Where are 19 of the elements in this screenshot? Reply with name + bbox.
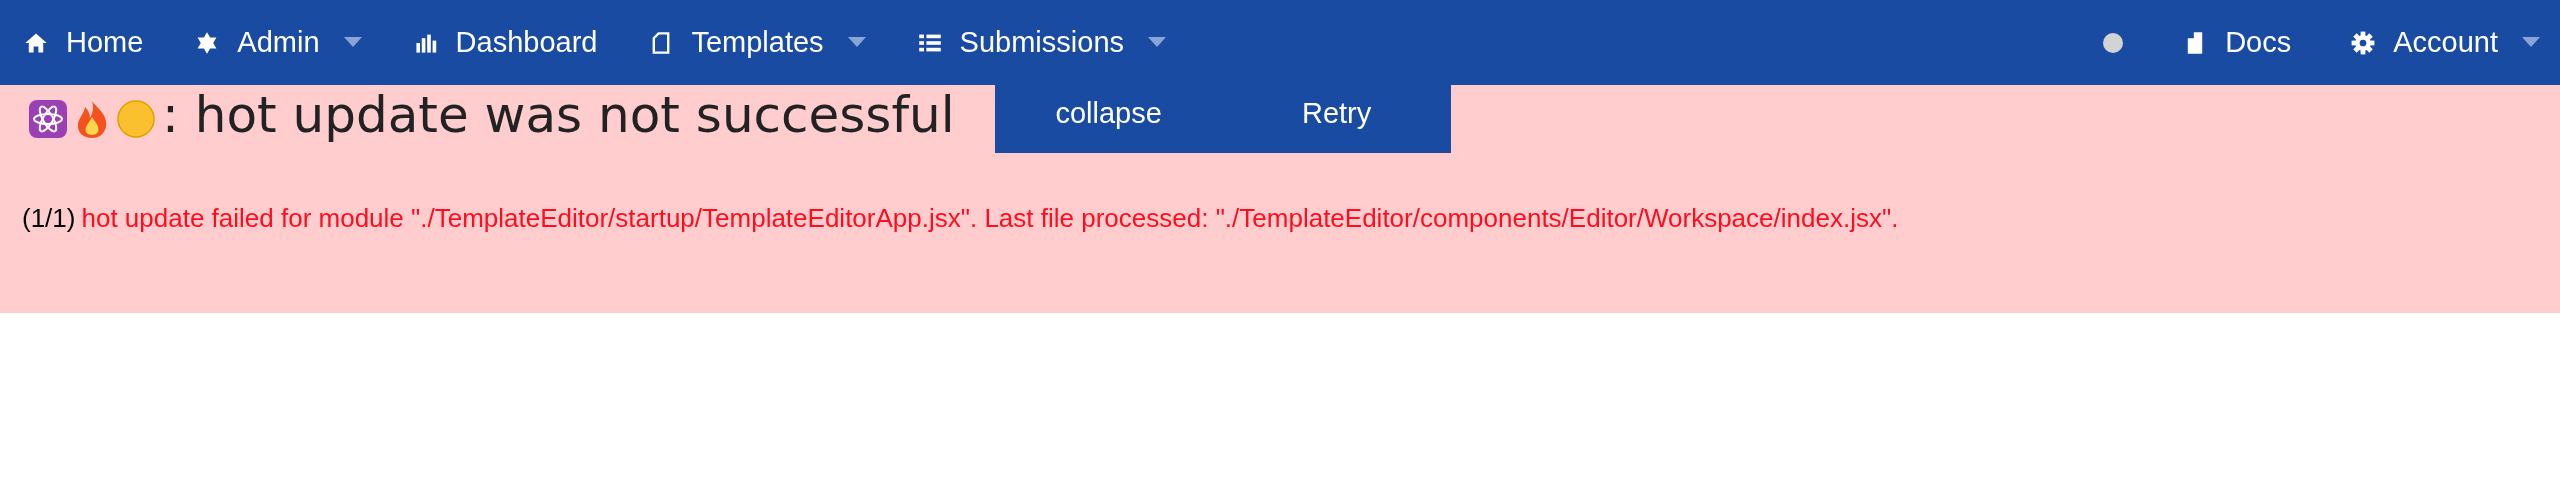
caret-icon bbox=[847, 37, 866, 48]
nav-link[interactable]: Templates bbox=[649, 26, 866, 59]
nav-link[interactable]: Submissions bbox=[917, 26, 1166, 59]
overlay-button[interactable]: Retry bbox=[1222, 85, 1451, 153]
nav-link[interactable]: Dashboard bbox=[413, 26, 598, 59]
nav-link[interactable]: Docs bbox=[2183, 26, 2292, 59]
atom-icon bbox=[28, 99, 68, 139]
nav-link[interactable]: Account bbox=[2351, 26, 2540, 59]
settings-icon bbox=[2351, 30, 2376, 55]
error-counter: (1/1) bbox=[22, 203, 76, 234]
nav-link[interactable]: Home bbox=[24, 26, 144, 59]
error-message: hot update failed for module "./TemplateEditor/startup/TemplateEditorApp.jsx". Last file processed: "./TemplateEditor/components/Editor/Workspace/index.jsx". bbox=[81, 203, 1899, 234]
error-heading: : hot update was not successful bbox=[162, 85, 955, 145]
nav-link[interactable]: Admin bbox=[195, 26, 362, 59]
overlay-button[interactable]: collapse bbox=[994, 85, 1223, 153]
emoji-icon bbox=[116, 99, 156, 139]
caret-icon bbox=[1148, 37, 1166, 48]
caret-icon bbox=[2522, 37, 2540, 48]
caret-icon bbox=[343, 37, 362, 48]
